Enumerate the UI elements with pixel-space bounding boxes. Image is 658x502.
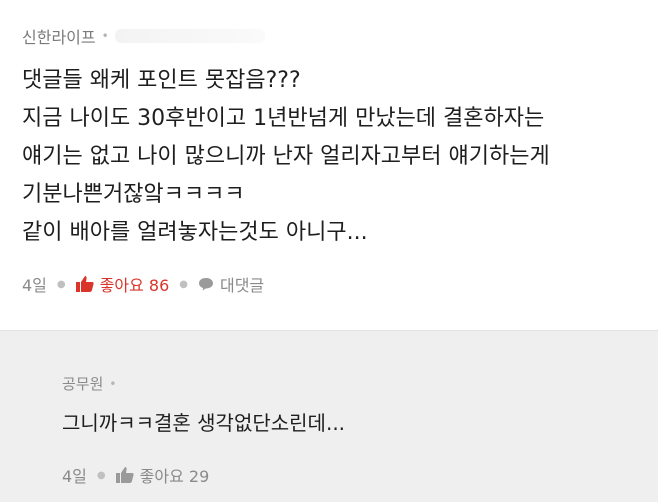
- comment-like-button[interactable]: 좋아요 86: [75, 272, 170, 296]
- reply-like-button[interactable]: 좋아요 29: [115, 463, 210, 487]
- comment-time: 4일: [22, 276, 47, 295]
- reply-meta-row: 4일 ● 좋아요 29: [62, 463, 209, 487]
- meta-separator: ●: [96, 469, 106, 481]
- reply-time: 4일: [62, 467, 87, 486]
- reply-text: 그니까ㅋㅋ결혼 생각없단소린데...: [62, 411, 346, 435]
- comment-line: 기분나쁜거잖앜ㅋㅋㅋㅋ: [22, 182, 245, 207]
- comment-line: 지금 나이도 30후반이고 1년반넘게 만났는데 결혼하자는: [22, 106, 545, 131]
- speech-bubble-icon: [198, 278, 213, 291]
- reply-label: 대댓글: [219, 276, 265, 295]
- reply-button[interactable]: 대댓글: [198, 272, 264, 296]
- comment-line: 얘기는 없고 나이 많으니까 난자 얼리자고부터 얘기하는게: [22, 144, 550, 169]
- comment-card: 신한라이프 • 댓글들 왜케 포인트 못잡음??? 지금 나이도 30후반이고 …: [0, 0, 658, 330]
- meta-separator: ●: [179, 278, 188, 290]
- meta-separator: ●: [56, 278, 66, 290]
- reply-author-name[interactable]: 공무원: [62, 373, 103, 394]
- reply-card: 공무원 • 그니까ㅋㅋ결혼 생각없단소린데... 4일 ● 좋아요 29: [0, 330, 658, 502]
- comment-author-name[interactable]: 신한라이프: [22, 24, 96, 48]
- comment-line: 댓글들 왜케 포인트 못잡음???: [22, 68, 301, 93]
- blurred-author-id: [114, 29, 265, 43]
- thumbs-up-icon: [115, 467, 134, 483]
- thumbs-up-icon: [75, 276, 94, 292]
- comment-author-row: 신한라이프 •: [22, 24, 265, 48]
- reply-like-label: 좋아요 29: [139, 467, 210, 486]
- reply-author-row: 공무원 •: [62, 373, 116, 394]
- author-separator: •: [109, 376, 117, 391]
- comment-meta-row: 4일 ● 좋아요 86 ● 대댓글: [22, 272, 264, 296]
- reply-body: 그니까ㅋㅋ결혼 생각없단소린데...: [62, 407, 658, 439]
- comment-line: 같이 배아를 얼려놓자는것도 아니구...: [22, 220, 368, 245]
- comment-body: 댓글들 왜케 포인트 못잡음??? 지금 나이도 30후반이고 1년반넘게 만났…: [22, 62, 642, 252]
- comment-like-label: 좋아요 86: [99, 276, 170, 295]
- author-separator: •: [101, 29, 109, 43]
